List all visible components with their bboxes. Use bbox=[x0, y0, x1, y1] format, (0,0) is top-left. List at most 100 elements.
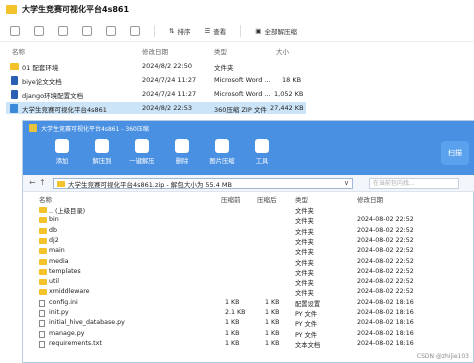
cell-type: PY 文件 bbox=[295, 331, 318, 339]
cell-modified: 2024-08-02 22:52 bbox=[357, 267, 414, 275]
col-type[interactable]: 类型 bbox=[214, 46, 227, 56]
sort-button[interactable]: ⇅ 排序 bbox=[169, 26, 190, 36]
table-row[interactable]: templates 文件夹 2024-08-02 22:52 bbox=[37, 267, 457, 277]
image-compress-icon bbox=[215, 139, 229, 153]
copy-icon[interactable] bbox=[58, 25, 68, 36]
image-compress-button[interactable]: 图片压缩 bbox=[205, 139, 239, 165]
cut-icon[interactable] bbox=[34, 25, 44, 36]
cell-name: templates bbox=[49, 267, 81, 275]
cell-modified: 2024-08-02 22:52 bbox=[357, 288, 414, 296]
cell-type: 文件夹 bbox=[295, 249, 314, 257]
zip-toolbar: 添加 解压到 一键解压 删除 图片压缩 工具 扫描 bbox=[23, 135, 474, 175]
up-arrow-icon[interactable]: ↑ bbox=[39, 178, 46, 187]
table-row[interactable]: config.ini 1 KB 1 KB 配置设置 2024-08-02 18:16 bbox=[37, 298, 457, 308]
col-name[interactable]: 名称 bbox=[12, 46, 25, 56]
cell-name: requirements.txt bbox=[49, 339, 102, 347]
table-row[interactable]: util 文件夹 2024-08-02 22:52 bbox=[37, 277, 457, 287]
file-icon bbox=[39, 299, 45, 307]
cell-type: PY 文件 bbox=[295, 311, 318, 318]
scan-button[interactable]: 扫描 bbox=[441, 141, 469, 165]
list-item-selected[interactable]: 大学生竞赛可视化平台4s861 2024/8/2 22:53 360压缩 ZIP… bbox=[6, 102, 306, 114]
view-icon: ☰ bbox=[204, 26, 211, 35]
table-row[interactable]: xmiddleware 文件夹 2024-08-02 22:52 bbox=[37, 287, 457, 297]
cell-name: manage.py bbox=[49, 329, 85, 337]
zip-file-icon bbox=[10, 104, 18, 113]
col-packed[interactable]: 压缩后 bbox=[257, 194, 277, 204]
col-name[interactable]: 名称 bbox=[39, 194, 52, 204]
cell-compressed: 1 KB bbox=[225, 339, 240, 347]
explorer-toolbar: ⇅ 排序 ☰ 查看 ▣ 全部解压缩 bbox=[0, 20, 474, 42]
cell-name: bin bbox=[49, 216, 59, 224]
cell-modified: 2024-08-02 18:16 bbox=[357, 319, 414, 327]
word-doc-icon bbox=[11, 76, 18, 85]
new-icon[interactable] bbox=[10, 25, 20, 36]
chevron-down-icon[interactable]: ∨ bbox=[344, 179, 349, 187]
table-row[interactable]: requirements.txt 1 KB 1 KB 文本文档 2024-08-02 1… bbox=[37, 339, 457, 349]
folder-icon bbox=[39, 248, 47, 255]
cell-compressed: 1 KB bbox=[225, 298, 240, 306]
table-row[interactable]: initial_hive_database.py 1 KB 1 KB PY 文件 202… bbox=[37, 318, 457, 328]
table-row[interactable]: media 文件夹 2024-08-02 22:52 bbox=[37, 257, 457, 267]
cell-modified: 2024-08-02 18:16 bbox=[357, 298, 414, 306]
tools-button[interactable]: 工具 bbox=[245, 139, 279, 165]
cell-type: PY 文件 bbox=[295, 321, 318, 329]
cell-modified: 2024-08-02 22:52 bbox=[357, 226, 414, 234]
zip-title: 大学生竞赛可视化平台4s861 - 360压缩 bbox=[41, 125, 149, 133]
file-icon bbox=[39, 320, 45, 328]
list-item[interactable]: 01 配套环境 2024/8/2 22:50 文件夹 bbox=[6, 60, 306, 72]
cell-modified: 2024-08-02 18:16 bbox=[357, 339, 414, 347]
cell-type: 文件夹 bbox=[295, 269, 314, 277]
back-arrow-icon[interactable]: ← bbox=[29, 178, 36, 187]
cell-compressed: 1 KB bbox=[225, 319, 240, 327]
cell-compressed: 2.1 KB bbox=[225, 309, 246, 316]
extract-to-button[interactable]: 解压到 bbox=[85, 139, 119, 165]
cell-name: config.ini bbox=[49, 298, 78, 306]
col-modified[interactable]: 修改日期 bbox=[357, 194, 383, 204]
col-type[interactable]: 类型 bbox=[295, 194, 308, 204]
cell-type: 文件夹 bbox=[295, 208, 314, 215]
cell-name: .. (上级目录) bbox=[49, 208, 86, 215]
cell-name: media bbox=[49, 257, 69, 265]
cell-type: 文件夹 bbox=[295, 218, 314, 226]
table-row[interactable]: db 文件夹 2024-08-02 22:52 bbox=[37, 226, 457, 236]
zip-column-header: 名称 压缩前 压缩后 类型 修改日期 bbox=[23, 193, 474, 204]
cell-modified: 2024-08-02 22:52 bbox=[357, 236, 414, 244]
cell-name: db bbox=[49, 226, 57, 234]
view-button[interactable]: ☰ 查看 bbox=[204, 26, 226, 36]
paste-icon[interactable] bbox=[82, 25, 92, 36]
col-compressed[interactable]: 压缩前 bbox=[221, 194, 241, 204]
cell-name: dj2 bbox=[49, 236, 59, 244]
cell-type: 文件夹 bbox=[295, 280, 314, 288]
explorer-column-header: 名称 修改日期 类型 大小 bbox=[0, 44, 474, 56]
table-row[interactable]: init.py 2.1 KB 1 KB PY 文件 2024-08-02 18:16 bbox=[37, 308, 457, 318]
cell-modified: 2024-08-02 22:52 bbox=[357, 216, 414, 224]
path-field[interactable]: 大学生竞赛可视化平台4s861.zip - 解包大小为 55.4 MB ∨ bbox=[53, 178, 353, 189]
cell-modified: 2024-08-02 18:16 bbox=[357, 309, 414, 316]
extract-all-button[interactable]: ▣ 全部解压缩 bbox=[255, 26, 297, 36]
cell-modified: 2024-08-02 22:52 bbox=[357, 257, 414, 265]
delete-button[interactable]: 删除 bbox=[165, 139, 199, 165]
cell-type: 文件夹 bbox=[295, 259, 314, 267]
col-size[interactable]: 大小 bbox=[276, 46, 289, 56]
table-row[interactable]: .. (上级目录) 文件夹 bbox=[37, 205, 457, 215]
table-row[interactable]: dj2 文件夹 2024-08-02 22:52 bbox=[37, 236, 457, 246]
toolbar-divider bbox=[240, 24, 242, 37]
cell-name: init.py bbox=[49, 309, 69, 316]
folder-icon bbox=[39, 217, 47, 224]
search-input[interactable]: 在当前包内找... bbox=[369, 178, 459, 189]
table-row[interactable]: manage.py 1 KB 1 KB PY 文件 2024-08-02 18:16 bbox=[37, 329, 457, 339]
cell-packed: 1 KB bbox=[265, 319, 280, 327]
watermark: CSDN @zhijie103 bbox=[416, 353, 469, 360]
tools-icon bbox=[255, 139, 269, 153]
col-modified[interactable]: 修改日期 bbox=[142, 46, 168, 56]
add-button[interactable]: 添加 bbox=[45, 139, 79, 165]
share-icon[interactable] bbox=[106, 25, 116, 36]
one-click-extract-button[interactable]: 一键解压 bbox=[125, 139, 159, 165]
list-item[interactable]: django环境配置文档 2024/7/24 11:27 Microsoft W… bbox=[6, 88, 306, 100]
delete-icon[interactable] bbox=[130, 25, 140, 36]
cell-modified: 2024-08-02 22:52 bbox=[357, 247, 414, 255]
table-row[interactable]: bin 文件夹 2024-08-02 22:52 bbox=[37, 215, 457, 225]
table-row[interactable]: main 文件夹 2024-08-02 22:52 bbox=[37, 246, 457, 256]
delete-icon bbox=[175, 139, 189, 153]
list-item[interactable]: biye论文文档 2024/7/24 11:27 Microsoft Word … bbox=[6, 74, 306, 86]
